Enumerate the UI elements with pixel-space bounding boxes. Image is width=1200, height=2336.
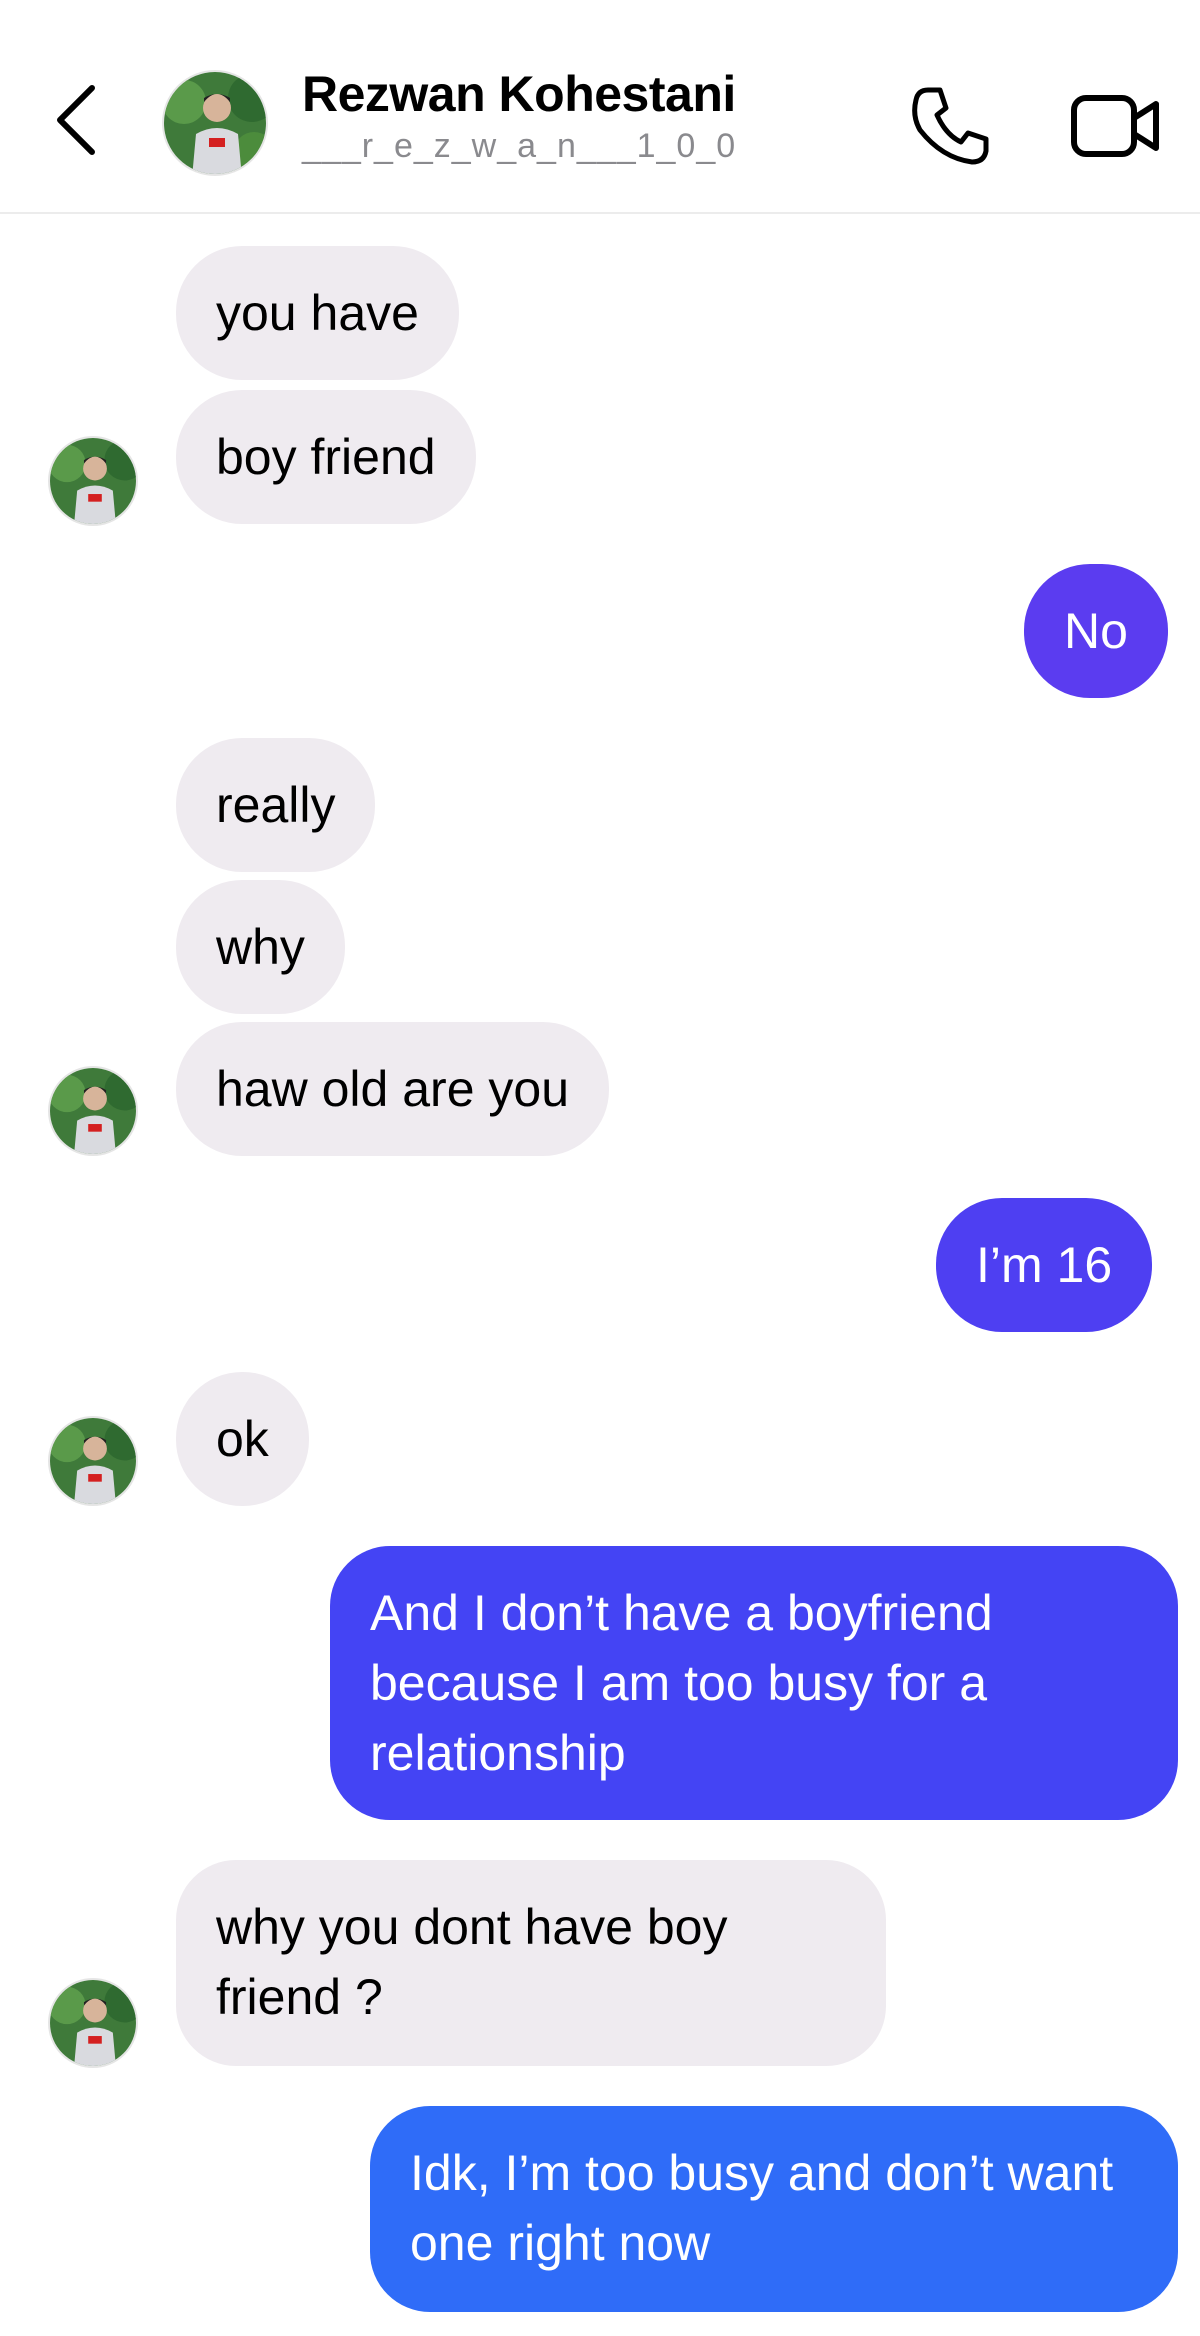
phone-icon — [912, 87, 989, 165]
sender-avatar[interactable] — [48, 1416, 138, 1506]
video-call-button[interactable] — [1066, 80, 1166, 170]
received-message[interactable]: you have — [176, 246, 459, 380]
received-message[interactable]: ok — [176, 1372, 309, 1506]
back-button[interactable] — [36, 70, 116, 170]
received-message[interactable]: why — [176, 880, 345, 1014]
received-message[interactable]: boy friend — [176, 390, 476, 524]
received-message[interactable]: haw old are you — [176, 1022, 610, 1156]
sent-message[interactable]: I’m 16 — [936, 1198, 1153, 1332]
contact-name: Rezwan Kohestani — [302, 66, 736, 122]
sender-avatar[interactable] — [48, 1978, 138, 2068]
sent-message[interactable]: And I don’t have a boyfriend because I a… — [330, 1546, 1178, 1820]
contact-info[interactable]: Rezwan Kohestani ___r_e_z_w_a_n___1_0_0 — [302, 64, 736, 168]
contact-username: ___r_e_z_w_a_n___1_0_0 — [302, 127, 737, 165]
received-message[interactable]: why you dont have boy friend ? — [176, 1860, 886, 2066]
sender-avatar[interactable] — [48, 1066, 138, 1156]
sent-message[interactable]: Idk, I’m too busy and don’t want one rig… — [370, 2106, 1178, 2312]
audio-call-button[interactable] — [906, 80, 996, 170]
video-camera-icon — [1071, 95, 1159, 157]
received-message[interactable]: really — [176, 738, 376, 872]
back-chevron-icon — [57, 85, 95, 155]
sender-avatar[interactable] — [48, 436, 138, 526]
contact-avatar[interactable] — [162, 70, 268, 176]
chat-header: Rezwan Kohestani ___r_e_z_w_a_n___1_0_0 — [0, 0, 1200, 214]
sent-message[interactable]: No — [1024, 564, 1168, 698]
